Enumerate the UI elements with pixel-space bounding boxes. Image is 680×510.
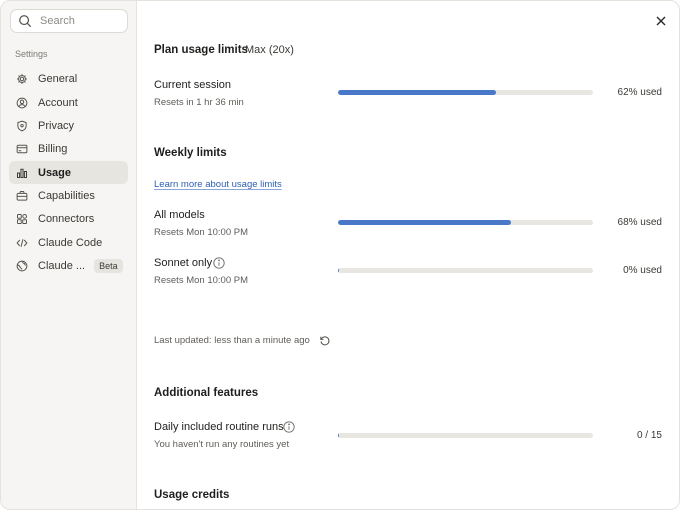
search-icon (19, 15, 32, 28)
sidebar-item-capabilities[interactable]: Capabilities (9, 184, 128, 207)
routine-runs-count: 0 / 15 (636, 430, 662, 441)
sonnet-only-title: Sonnet only (154, 257, 213, 269)
usage-credits-title: Usage credits (154, 489, 230, 501)
routine-runs-progress (338, 433, 593, 438)
plan-usage-title: Plan usage limits (154, 44, 248, 56)
sidebar-item-label: Usage (38, 166, 72, 179)
sonnet-only-reset: Resets Mon 10:00 PM (154, 275, 248, 286)
sidebar-item-label: Connectors (38, 212, 95, 225)
credit-card-icon (16, 144, 28, 153)
beta-badge: Beta (94, 258, 123, 273)
briefcase-icon (16, 190, 28, 201)
shield-icon (17, 120, 27, 131)
search-placeholder: Search (40, 15, 75, 27)
gear-icon (17, 73, 27, 84)
all-models-reset: Resets Mon 10:00 PM (154, 227, 248, 238)
routine-runs-title: Daily included routine runs (154, 421, 284, 433)
close-icon[interactable] (654, 14, 668, 28)
sidebar-item-privacy[interactable]: Privacy (9, 114, 128, 137)
search-input[interactable]: Search (10, 9, 128, 33)
refresh-icon[interactable] (319, 335, 331, 347)
bar-chart-icon (17, 168, 27, 178)
progress-fill (338, 433, 339, 438)
sidebar: Search Settings General Account Privacy (1, 1, 137, 509)
routine-runs-sub: You haven't run any routines yet (154, 439, 290, 450)
learn-more-link[interactable]: Learn more about usage limits (154, 179, 282, 190)
sonnet-only-used: 0% used (623, 265, 662, 276)
settings-section-label: Settings (15, 49, 48, 59)
sidebar-item-label: General (38, 72, 78, 85)
last-updated-text: Last updated: less than a minute ago (154, 335, 310, 346)
sidebar-item-label: Billing (38, 142, 68, 155)
progress-fill (338, 220, 512, 225)
sidebar-item-label: Claude Code (38, 236, 103, 249)
sidebar-item-billing[interactable]: Billing (9, 137, 128, 160)
sidebar-item-account[interactable]: Account (9, 91, 128, 114)
sidebar-item-label: Claude ... (38, 259, 86, 272)
globe-icon (16, 260, 28, 271)
progress-fill (338, 90, 497, 95)
user-circle-icon (16, 97, 28, 108)
sidebar-item-connectors[interactable]: Connectors (9, 207, 128, 230)
info-icon[interactable] (283, 421, 295, 433)
sidebar-item-usage[interactable]: Usage (9, 161, 128, 184)
weekly-limits-title: Weekly limits (154, 147, 227, 159)
all-models-title: All models (154, 209, 205, 221)
current-session-title: Current session (154, 79, 232, 91)
sidebar-item-claude-beta[interactable]: Claude ... Beta (9, 254, 128, 277)
sonnet-only-progress (338, 268, 593, 273)
sidebar-item-label: Account (38, 96, 78, 109)
current-session-reset: Resets in 1 hr 36 min (154, 97, 244, 108)
info-icon[interactable] (213, 257, 225, 269)
current-session-used: 62% used (617, 87, 662, 98)
connectors-icon (17, 213, 27, 224)
all-models-used: 68% used (617, 217, 662, 228)
sidebar-item-label: Privacy (38, 119, 75, 132)
progress-fill (338, 268, 339, 273)
current-session-progress (338, 90, 593, 95)
plan-tier: Max (20x) (245, 44, 294, 56)
sidebar-item-claude-code[interactable]: Claude Code (9, 231, 128, 254)
settings-dialog: Search Settings General Account Privacy (0, 0, 680, 510)
sidebar-item-label: Capabilities (38, 189, 95, 202)
code-icon (16, 238, 28, 247)
additional-features-title: Additional features (154, 387, 259, 399)
sidebar-item-general[interactable]: General (9, 67, 128, 90)
all-models-progress (338, 220, 593, 225)
